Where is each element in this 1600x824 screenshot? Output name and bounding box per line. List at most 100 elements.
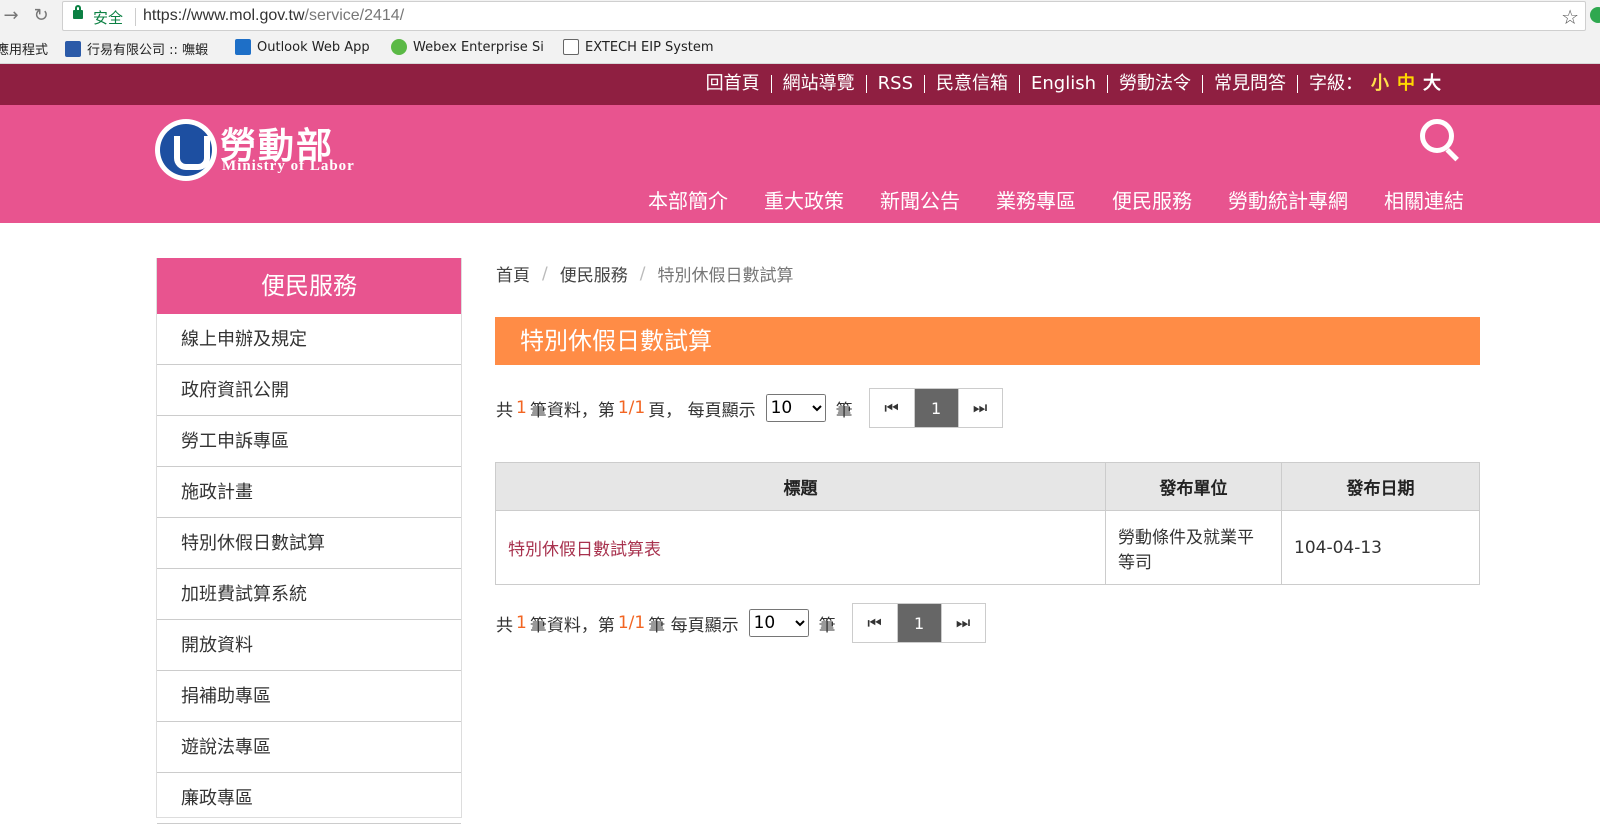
results-table: 標題 發布單位 發布日期 特別休假日數試算表 勞動條件及就業平等司 104-04…: [495, 462, 1480, 585]
utility-link-home[interactable]: 回首頁: [695, 75, 771, 93]
url-host: https://www.mol.gov.tw: [143, 7, 305, 24]
site-header: 勞動部 Ministry of Labor 本部簡介 重大政策 新聞公告 業務專…: [0, 105, 1600, 223]
nav-item-links[interactable]: 相關連結: [1384, 185, 1464, 214]
sidebar-item-open-data[interactable]: 開放資料: [157, 620, 461, 671]
breadcrumb: 首頁 / 便民服務 / 特別休假日數試算: [496, 261, 794, 287]
page-title: 特別休假日數試算: [495, 317, 1480, 365]
url-divider: [135, 8, 136, 26]
webex-icon: [391, 39, 407, 55]
first-page-icon[interactable]: ⏮: [869, 389, 914, 427]
forward-icon[interactable]: →: [0, 5, 22, 26]
per-page-select[interactable]: 10: [748, 609, 809, 637]
site-favicon-icon: [65, 40, 81, 57]
font-size-control: 字級： 小中大: [1297, 75, 1452, 93]
secure-label: 安全: [93, 9, 124, 27]
search-icon[interactable]: [1420, 119, 1454, 153]
logo-mark: [160, 124, 212, 176]
utility-link-rss[interactable]: RSS: [865, 75, 924, 93]
browser-toolbar: → ↻ 安全 https://www.mol.gov.tw/service/24…: [0, 0, 1600, 32]
document-icon: [563, 39, 579, 55]
last-page-icon[interactable]: ⏭: [940, 604, 985, 642]
font-size-medium[interactable]: 中: [1397, 73, 1415, 94]
table-header-row: 標題 發布單位 發布日期: [495, 462, 1480, 511]
per-page-select[interactable]: 10: [765, 394, 826, 422]
utility-link-faq[interactable]: 常見問答: [1202, 75, 1297, 93]
utility-link-english[interactable]: English: [1019, 75, 1107, 93]
column-header-unit: 發布單位: [1105, 462, 1282, 511]
sidebar-item-leave-calc[interactable]: 特別休假日數試算: [157, 518, 461, 569]
page-button[interactable]: 1: [913, 389, 958, 427]
record-count: 1: [516, 398, 527, 418]
sidebar-item-online-apply[interactable]: 線上申辦及規定: [157, 314, 461, 365]
pager-text: 共: [496, 400, 513, 421]
nav-item-about[interactable]: 本部簡介: [648, 185, 728, 214]
font-size-small[interactable]: 小: [1371, 73, 1389, 94]
extension-icon[interactable]: [1590, 7, 1600, 23]
pagination: ⏮ 1 ⏭: [868, 388, 1003, 428]
bookmark-label: 行易有限公司 :: 嘸蝦: [87, 43, 209, 58]
page-indicator: 1/1: [617, 613, 646, 633]
bookmark-label: 應用程式: [0, 43, 49, 58]
sidebar-item-subsidy[interactable]: 捐補助專區: [157, 671, 461, 722]
first-page-icon[interactable]: ⏮: [852, 604, 897, 642]
nav-item-services[interactable]: 便民服務: [1112, 185, 1192, 214]
nav-item-business[interactable]: 業務專區: [996, 185, 1076, 214]
sidebar-item-plan[interactable]: 施政計畫: [157, 467, 461, 518]
utility-links: 回首頁 網站導覽 RSS 民意信箱 English 勞動法令 常見問答 字級： 小…: [695, 75, 1452, 93]
sidebar-item-gov-info[interactable]: 政府資訊公開: [157, 365, 461, 416]
sidebar-item-overtime-calc[interactable]: 加班費試算系統: [157, 569, 461, 620]
bookmark-item[interactable]: Outlook Web App: [235, 39, 370, 55]
reload-icon[interactable]: ↻: [30, 5, 52, 26]
address-bar[interactable]: 安全 https://www.mol.gov.tw/service/2414/ …: [62, 1, 1586, 31]
pager-text: 頁， 每頁顯示: [648, 400, 756, 421]
outlook-icon: [235, 39, 251, 55]
bookmark-apps[interactable]: 應用程式: [0, 39, 48, 58]
pager-text: 筆資料，第: [529, 400, 615, 421]
cell-date: 104-04-13: [1281, 510, 1480, 585]
sidebar-item-lobbying[interactable]: 遊說法專區: [157, 722, 461, 773]
font-size-large[interactable]: 大: [1423, 73, 1441, 94]
sidebar-item-complaint[interactable]: 勞工申訴專區: [157, 416, 461, 467]
url-text[interactable]: https://www.mol.gov.tw/service/2414/: [143, 7, 404, 25]
ministry-logo-icon[interactable]: [155, 119, 217, 181]
pager-text: 筆 每頁顯示: [648, 615, 739, 636]
pager-top: 共 1 筆資料，第 1/1 頁， 每頁顯示 10 筆 ⏮ 1 ⏭: [496, 388, 1003, 428]
nav-item-news[interactable]: 新聞公告: [880, 185, 960, 214]
lock-icon: [73, 5, 83, 19]
last-page-icon[interactable]: ⏭: [957, 389, 1002, 427]
result-link[interactable]: 特別休假日數試算表: [508, 540, 661, 560]
breadcrumb-current: 特別休假日數試算: [657, 266, 794, 286]
pager-bottom: 共 1 筆資料，第 1/1 筆 每頁顯示 10 筆 ⏮ 1 ⏭: [496, 603, 986, 643]
utility-link-laws[interactable]: 勞動法令: [1107, 75, 1202, 93]
utility-link-sitemap[interactable]: 網站導覽: [770, 75, 866, 93]
column-header-title: 標題: [495, 462, 1106, 511]
page-button[interactable]: 1: [896, 604, 941, 642]
url-path: /service/2414/: [304, 7, 405, 24]
bookmark-item[interactable]: EXTECH EIP System: [563, 39, 714, 55]
breadcrumb-home[interactable]: 首頁: [496, 261, 530, 286]
nav-item-statistics[interactable]: 勞動統計專網: [1228, 185, 1348, 214]
breadcrumb-separator: /: [639, 263, 646, 284]
pager-text: 筆: [818, 615, 836, 636]
bookmark-star-icon[interactable]: ☆: [1561, 5, 1579, 29]
breadcrumb-separator: /: [542, 263, 548, 284]
sidebar-title: 便民服務: [157, 258, 461, 314]
logo-subtitle: Ministry of Labor: [222, 158, 355, 174]
nav-item-policy[interactable]: 重大政策: [764, 185, 844, 214]
table-row: 特別休假日數試算表 勞動條件及就業平等司 104-04-13: [495, 510, 1480, 585]
utility-link-mailbox[interactable]: 民意信箱: [924, 75, 1019, 93]
breadcrumb-services[interactable]: 便民服務: [560, 261, 628, 286]
bookmark-item[interactable]: Webex Enterprise Si: [391, 39, 544, 55]
pager-text: 共: [496, 615, 513, 636]
bookmark-label: EXTECH EIP System: [585, 39, 714, 55]
page-indicator: 1/1: [617, 398, 646, 418]
bookmark-label: Outlook Web App: [257, 39, 370, 55]
bookmark-item[interactable]: 行易有限公司 :: 嘸蝦: [65, 39, 208, 58]
bookmarks-bar: 應用程式 行易有限公司 :: 嘸蝦 Outlook Web App Webex …: [0, 32, 1600, 64]
font-size-label: 字級：: [1309, 73, 1363, 94]
cell-unit: 勞動條件及就業平等司: [1105, 510, 1282, 585]
sidebar-item-integrity[interactable]: 廉政專區: [157, 773, 461, 824]
bookmark-label: Webex Enterprise Si: [413, 39, 544, 55]
pager-text: 筆資料，第: [529, 615, 615, 636]
main-nav: 本部簡介 重大政策 新聞公告 業務專區 便民服務 勞動統計專網 相關連結: [648, 185, 1464, 214]
